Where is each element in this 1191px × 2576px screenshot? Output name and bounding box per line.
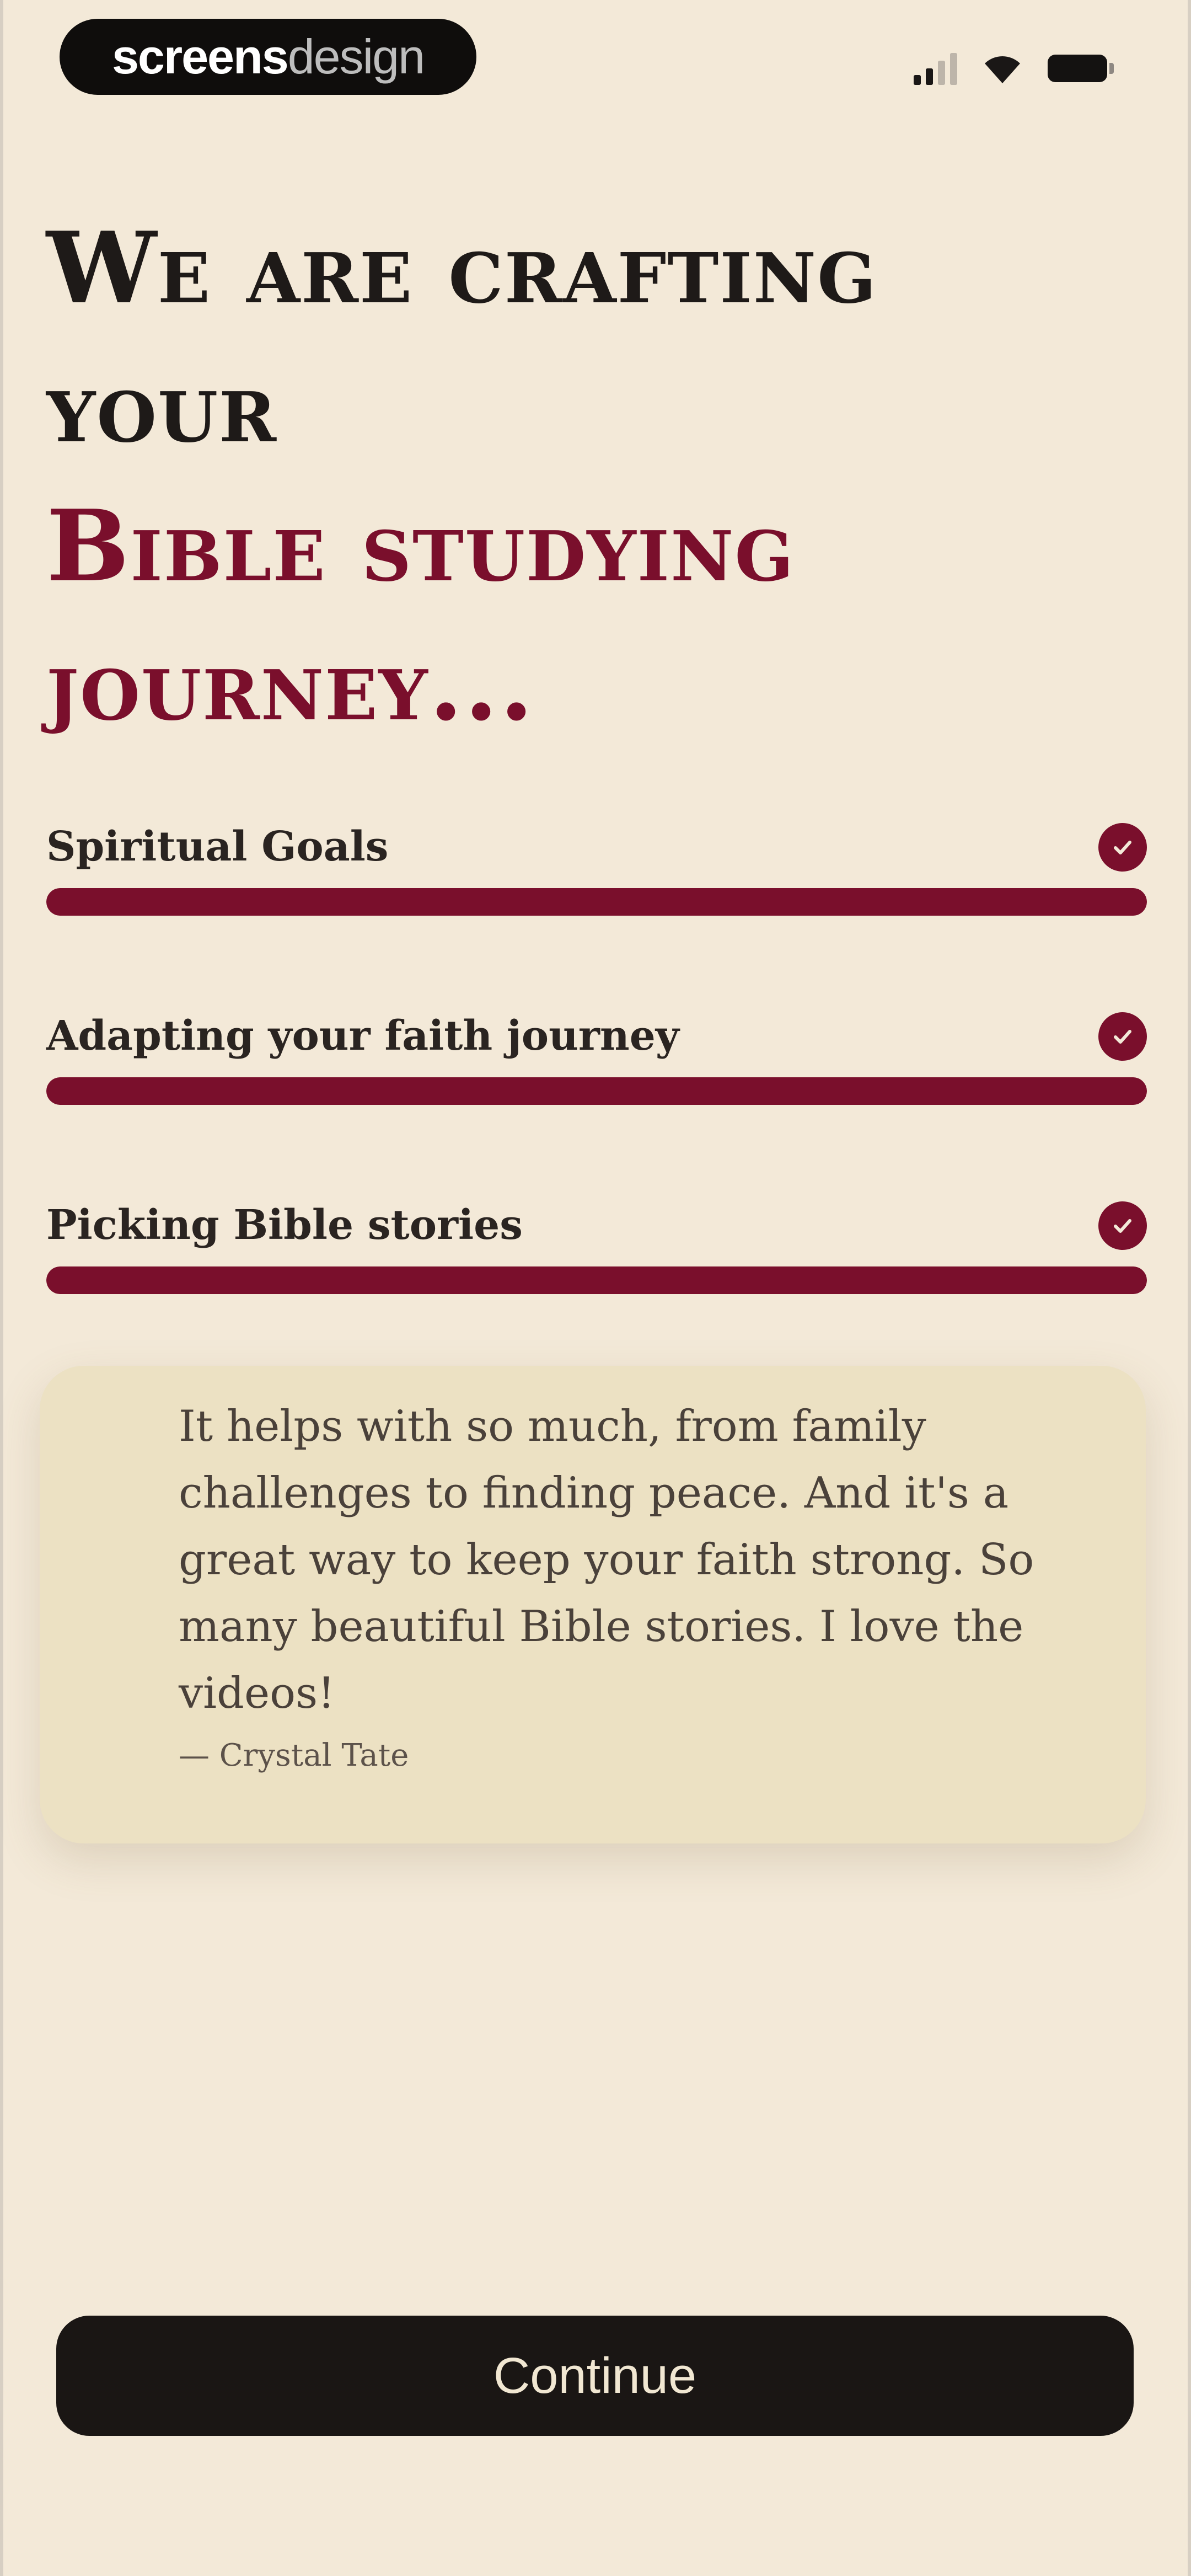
progress-bar [46,888,1147,916]
progress-label: Spiritual Goals [46,823,389,870]
testimonial-author: — Crystal Tate [179,1738,409,1773]
wifi-icon [981,52,1023,84]
progress-bar [46,1077,1147,1105]
brand-light-text: design [287,29,425,84]
page-title: We are crafting your Bible studying jour… [46,199,1094,755]
device-frame-left [0,0,3,2576]
testimonial-quote: It helps with so much, from family chall… [179,1402,1034,1718]
progress-item-spiritual-goals: Spiritual Goals [46,816,1147,1006]
progress-item-adapting-faith-journey: Adapting your faith journey [46,1006,1147,1195]
screensdesign-badge: screens design [60,19,476,95]
title-line-1: We are crafting [46,210,877,325]
progress-bar [46,1266,1147,1294]
progress-bar-fill [46,888,1147,916]
cellular-signal-icon [914,52,957,85]
battery-icon [1048,55,1114,82]
title-accent-line-1: Bible studying [46,488,795,603]
check-circle-icon [1098,1201,1147,1250]
title-accent-line-2: journey... [46,627,535,742]
progress-bar-fill [46,1077,1147,1105]
status-icons [914,46,1114,90]
brand-bold-text: screens [111,29,289,84]
progress-label: Picking Bible stories [46,1201,523,1249]
progress-label: Adapting your faith journey [46,1012,679,1060]
check-circle-icon [1098,823,1147,872]
testimonial-card: It helps with so much, from family chall… [40,1366,1146,1843]
progress-bar-fill [46,1266,1147,1294]
status-bar: screens design [0,0,1191,116]
device-frame-right [1188,0,1191,2576]
progress-item-picking-bible-stories: Picking Bible stories [46,1195,1147,1384]
continue-button[interactable]: Continue [56,2316,1134,2436]
check-circle-icon [1098,1012,1147,1061]
title-line-2: your [46,349,278,464]
progress-list: Spiritual Goals Adapting your faith jour… [46,816,1147,1384]
